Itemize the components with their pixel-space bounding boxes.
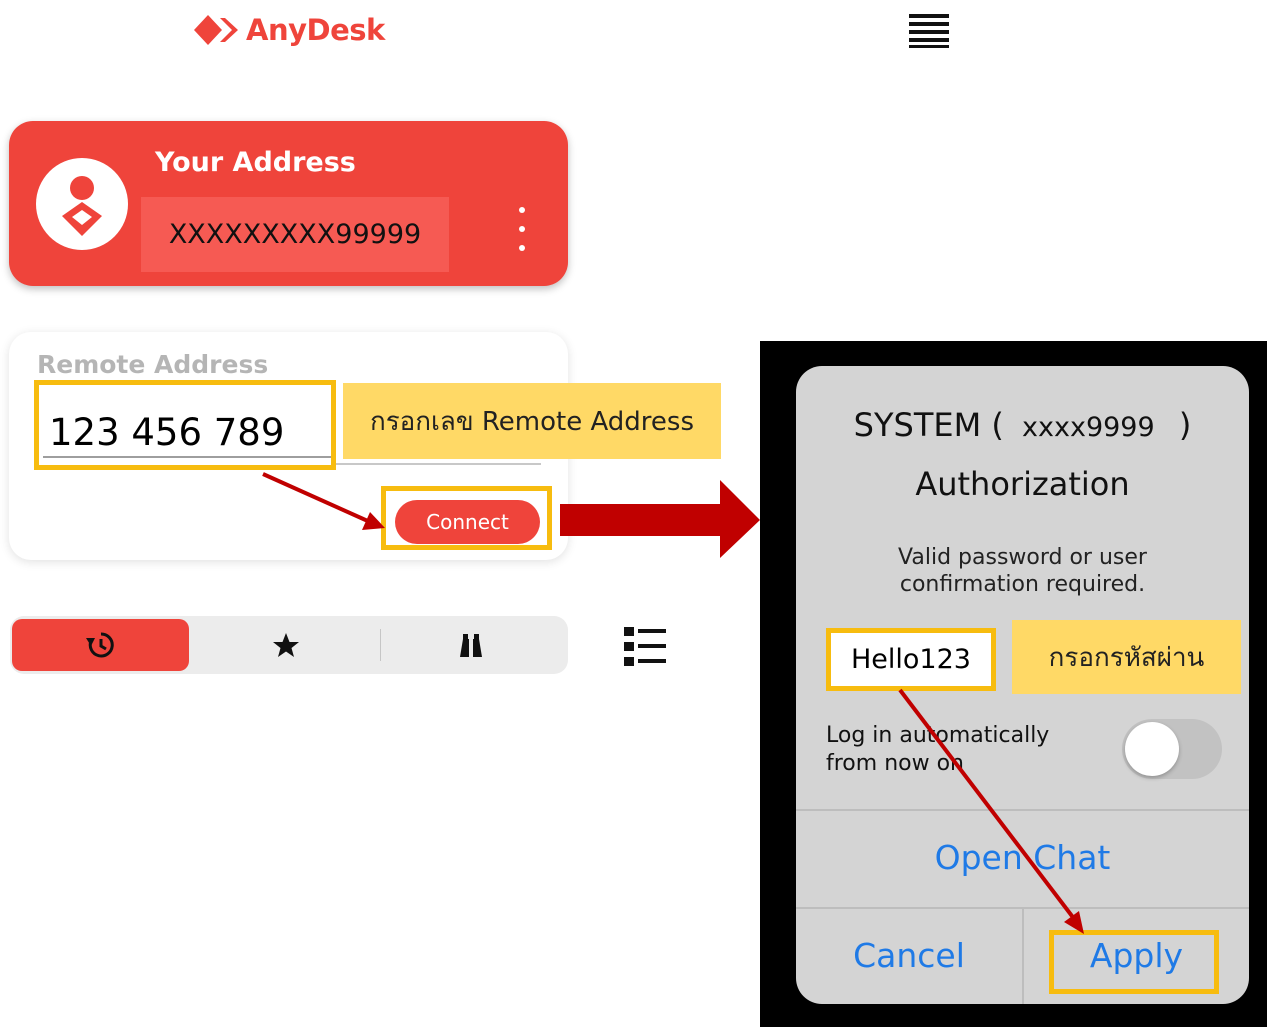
tab-history[interactable] [12,619,189,671]
tab-divider [380,629,381,661]
binoculars-icon [460,634,482,657]
logo-text: AnyDesk [246,13,385,47]
dialog-title-system: SYSTEM ( xxxx9999 ) [796,406,1249,444]
auto-login-line2: from now on [826,751,964,776]
auto-login-toggle[interactable] [1122,719,1222,779]
tab-favorites[interactable] [192,619,378,671]
remote-address-input[interactable]: 123 456 789 [34,380,336,470]
remote-input-underline [333,463,541,465]
dialog-title-authorization: Authorization [915,465,1130,503]
input-underline [43,456,331,458]
anydesk-logo: AnyDesk [194,12,385,48]
cancel-button[interactable]: Cancel [796,936,1022,975]
kebab-menu-icon[interactable] [514,207,530,251]
dialog-title-id: xxxx9999 [1022,412,1155,443]
tab-discover[interactable] [384,619,566,671]
star-icon [273,633,299,657]
dialog-title-suffix: ) [1178,406,1192,444]
history-icon [86,632,114,658]
dialog-message: Valid password or user confirmation requ… [796,544,1249,598]
open-chat-button[interactable]: Open Chat [796,838,1249,877]
toggle-knob [1125,722,1179,776]
your-address-box: XXXXXXXXX99999 [141,197,449,272]
auto-login-line1: Log in automatically [826,723,1050,748]
dialog-message-line2: confirmation required. [899,572,1146,597]
dialog-separator [796,809,1249,811]
dialog-title-prefix: SYSTEM ( [853,406,1004,444]
your-address-value: XXXXXXXXX99999 [168,219,422,250]
remote-address-value: 123 456 789 [49,411,285,454]
dialog-message-line1: Valid password or user [898,545,1147,570]
password-hint-note: กรอกรหัสผ่าน [1012,620,1241,694]
your-address-card: Your Address XXXXXXXXX99999 [9,121,568,286]
password-input[interactable]: Hello123 [826,628,996,691]
anydesk-user-icon [36,158,128,250]
remote-address-label: Remote Address [37,350,269,379]
auto-login-label: Log in automatically from now on [826,722,1049,778]
list-view-icon[interactable] [624,626,666,666]
connect-button[interactable]: Connect [395,500,540,544]
big-right-arrow-icon [560,480,760,558]
anydesk-logo-icon [194,15,238,45]
apply-highlight-frame [1049,930,1219,994]
your-address-title: Your Address [155,147,356,178]
hamburger-menu-icon[interactable] [909,12,949,48]
remote-address-hint-note: กรอกเลข Remote Address [343,383,721,459]
